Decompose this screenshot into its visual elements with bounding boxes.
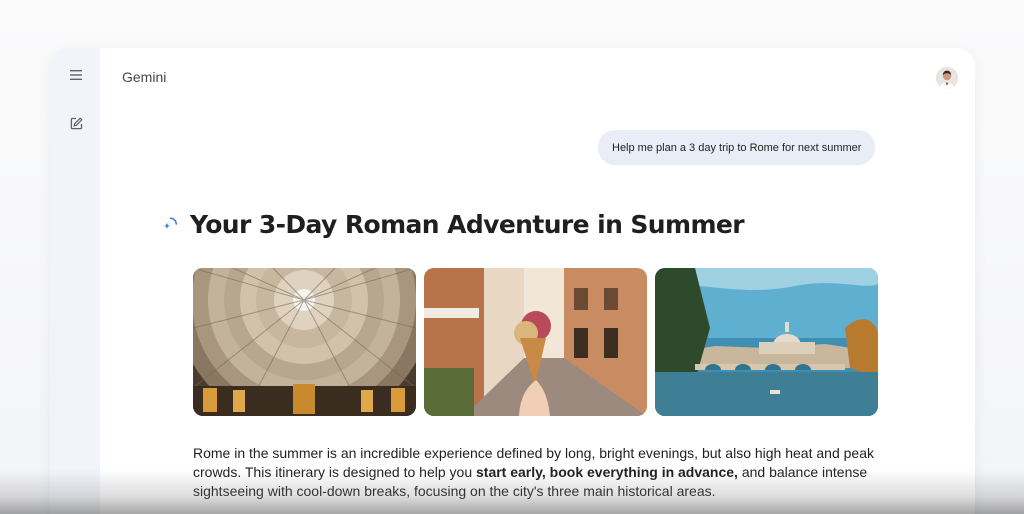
pantheon-dome-image[interactable] bbox=[193, 268, 416, 416]
gemini-spark-icon bbox=[160, 215, 180, 235]
gelato-street-image[interactable] bbox=[424, 268, 647, 416]
menu-button[interactable] bbox=[66, 65, 86, 85]
image-gallery bbox=[193, 268, 878, 416]
response-paragraph: Rome in the summer is an incredible expe… bbox=[193, 444, 898, 501]
paragraph-bold-text: start early, book everything in advance, bbox=[476, 464, 738, 480]
edit-square-icon bbox=[70, 117, 82, 129]
hamburger-menu-icon bbox=[70, 70, 82, 80]
gemini-window: Gemini Help me plan a 3 day trip to Rome… bbox=[50, 48, 975, 514]
avatar-image bbox=[936, 67, 958, 89]
user-avatar[interactable] bbox=[936, 67, 958, 89]
app-title: Gemini bbox=[122, 69, 167, 85]
response-title: Your 3-Day Roman Adventure in Summer bbox=[190, 210, 745, 239]
new-chat-button[interactable] bbox=[66, 113, 86, 133]
screen: Gemini Help me plan a 3 day trip to Rome… bbox=[0, 0, 1024, 514]
sidebar-rail bbox=[50, 48, 100, 514]
tiber-river-image[interactable] bbox=[655, 268, 878, 416]
user-prompt-bubble: Help me plan a 3 day trip to Rome for ne… bbox=[598, 130, 876, 165]
